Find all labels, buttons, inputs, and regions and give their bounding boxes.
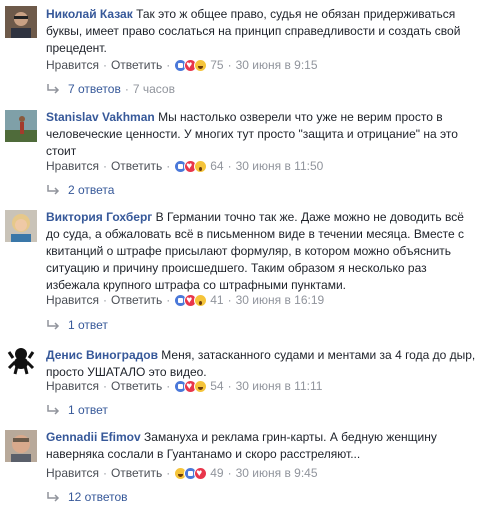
- reply-link[interactable]: Ответить: [111, 57, 162, 73]
- comment-timestamp[interactable]: 30 июня в 9:15: [236, 57, 318, 73]
- reply-arrow-icon: [46, 319, 60, 331]
- replies-row[interactable]: 1 ответ: [46, 317, 108, 333]
- separator-dot: ·: [227, 293, 232, 307]
- avatar[interactable]: [5, 344, 37, 376]
- separator-dot: ·: [227, 466, 232, 480]
- separator-dot: ·: [166, 159, 171, 173]
- separator-dot: ·: [166, 58, 171, 72]
- separator-dot: ·: [227, 159, 232, 173]
- reply-link[interactable]: Ответить: [111, 378, 162, 394]
- reactions[interactable]: [174, 466, 208, 482]
- reply-arrow-icon: [46, 404, 60, 416]
- reaction-count[interactable]: 54: [210, 378, 223, 394]
- replies-row[interactable]: 1 ответ: [46, 402, 108, 418]
- separator-dot: ·: [102, 379, 107, 393]
- comment: Stanislav Vakhman Мы настолько озверели …: [0, 100, 490, 200]
- avatar[interactable]: [5, 6, 37, 38]
- reply-link[interactable]: Ответить: [111, 158, 162, 174]
- view-replies-link[interactable]: 1 ответ: [68, 402, 108, 418]
- like-link[interactable]: Нравится: [46, 465, 99, 481]
- separator-dot: ·: [102, 58, 107, 72]
- reply-arrow-icon: [46, 83, 60, 95]
- reactions[interactable]: [174, 379, 208, 395]
- like-link[interactable]: Нравится: [46, 292, 99, 308]
- separator-dot: ·: [166, 466, 171, 480]
- comment: Денис Виноградов Меня, затасканного суда…: [0, 338, 490, 420]
- like-link[interactable]: Нравится: [46, 158, 99, 174]
- like-link[interactable]: Нравится: [46, 57, 99, 73]
- reactions[interactable]: [174, 293, 208, 309]
- reaction-count[interactable]: 41: [210, 292, 223, 308]
- reaction-count[interactable]: 64: [210, 158, 223, 174]
- comment-author[interactable]: Gennadii Efimov: [46, 430, 141, 444]
- avatar[interactable]: [5, 110, 37, 142]
- haha-reaction-icon: [194, 379, 208, 393]
- haha-reaction-icon: [194, 58, 208, 72]
- reactions[interactable]: [174, 58, 208, 74]
- like-link[interactable]: Нравится: [46, 378, 99, 394]
- love-reaction-icon: [194, 466, 208, 482]
- avatar[interactable]: [5, 210, 37, 242]
- view-replies-link[interactable]: 1 ответ: [68, 317, 108, 333]
- replies-row[interactable]: 2 ответа: [46, 182, 114, 198]
- reactions[interactable]: [174, 159, 208, 175]
- comment-timestamp[interactable]: 30 июня в 11:11: [236, 378, 323, 394]
- replies-time: 7 часов: [132, 82, 175, 96]
- separator-dot: ·: [102, 466, 107, 480]
- wow-reaction-icon: [194, 293, 208, 307]
- reply-link[interactable]: Ответить: [111, 465, 162, 481]
- view-replies-link[interactable]: 12 ответов: [68, 489, 128, 505]
- reaction-count[interactable]: 49: [210, 465, 223, 481]
- comment-author[interactable]: Николай Казак: [46, 7, 133, 21]
- separator-dot: ·: [227, 58, 232, 72]
- comment-author[interactable]: Stanislav Vakhman: [46, 110, 155, 124]
- comment-author[interactable]: Денис Виноградов: [46, 348, 158, 362]
- replies-row[interactable]: 12 ответов: [46, 489, 128, 505]
- reply-link[interactable]: Ответить: [111, 292, 162, 308]
- comment-author[interactable]: Виктория Гохберг: [46, 210, 152, 224]
- comment: Николай Казак Так это ж общее право, суд…: [0, 0, 490, 98]
- wow-reaction-icon: [194, 159, 208, 173]
- comment-timestamp[interactable]: 30 июня в 16:19: [236, 292, 325, 308]
- comment-timestamp[interactable]: 30 июня в 11:50: [236, 158, 324, 174]
- view-replies-link[interactable]: 7 ответов: [68, 81, 121, 97]
- separator-dot: ·: [227, 379, 232, 393]
- reaction-count[interactable]: 75: [210, 57, 223, 73]
- reply-arrow-icon: [46, 184, 60, 196]
- reply-arrow-icon: [46, 491, 60, 503]
- separator-dot: ·: [102, 159, 107, 173]
- comment-timestamp[interactable]: 30 июня в 9:45: [236, 465, 318, 481]
- view-replies-link[interactable]: 2 ответа: [68, 182, 114, 198]
- comment: Виктория Гохберг В Германии точно так же…: [0, 200, 490, 338]
- separator-dot: ·: [166, 293, 171, 307]
- replies-row[interactable]: 7 ответов · 7 часов: [46, 81, 175, 97]
- separator-dot: ·: [166, 379, 171, 393]
- avatar[interactable]: [5, 430, 37, 462]
- separator-dot: ·: [102, 293, 107, 307]
- separator-dot: ·: [124, 82, 129, 96]
- comment: Gennadii Efimov Замануха и реклама грин-…: [0, 420, 490, 505]
